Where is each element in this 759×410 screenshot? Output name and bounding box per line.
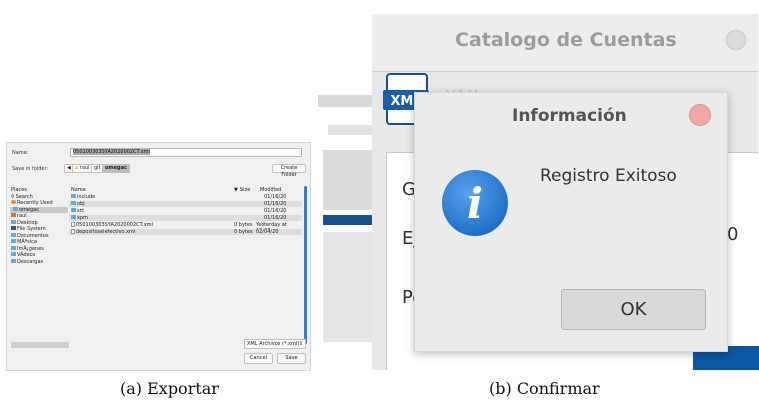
name-label: Name: xyxy=(12,150,29,156)
places-scrollbar[interactable] xyxy=(11,342,69,348)
places-sidebar: Places ⚲Search Recently Used omegac raul… xyxy=(9,185,69,349)
info-icon: i xyxy=(442,170,508,236)
places-header: Places xyxy=(11,187,27,193)
ok-button[interactable]: OK xyxy=(561,289,706,330)
place-descargas[interactable]: Descargas xyxy=(11,259,43,265)
caption-a: (a) Exportar xyxy=(120,379,219,398)
place-musica[interactable]: MÃºsica xyxy=(11,239,37,245)
file-name-value: 050100303SYA2020002CT.xml xyxy=(73,149,150,155)
column-header-modified[interactable]: Modified xyxy=(260,187,281,193)
place-raul[interactable]: raul xyxy=(11,213,27,219)
dialog-title: Información xyxy=(512,106,627,126)
folder-icon xyxy=(71,215,76,219)
caption-b: (b) Confirmar xyxy=(489,379,600,398)
place-file-system[interactable]: File System xyxy=(11,226,46,232)
info-icon-glyph: i xyxy=(467,179,483,228)
document-icon xyxy=(71,222,75,227)
breadcrumb-omegac[interactable]: omegac xyxy=(102,164,130,173)
file-row-include[interactable]: include 01/16/20 xyxy=(69,194,302,200)
file-name-input[interactable]: 050100303SYA2020002CT.xml xyxy=(70,148,302,157)
folder-icon xyxy=(11,259,16,263)
save-in-label: Save in folder: xyxy=(12,166,49,172)
file-row-src[interactable]: src 01/16/20 xyxy=(69,208,302,214)
place-recently-used[interactable]: Recently Used xyxy=(11,200,53,206)
sort-arrow-icon: ▼ xyxy=(234,187,238,193)
home-icon: ⌂ xyxy=(75,165,79,171)
background-scene xyxy=(318,95,378,342)
document-icon xyxy=(71,229,75,234)
breadcrumb-raul[interactable]: ⌂ raul xyxy=(72,164,93,173)
folder-icon xyxy=(11,239,16,243)
drive-icon xyxy=(11,226,16,230)
folder-icon xyxy=(11,220,16,224)
home-icon xyxy=(11,213,16,217)
dialog-message: Registro Exitoso xyxy=(540,166,677,186)
folder-icon xyxy=(71,194,76,198)
cancel-button[interactable]: Cancel xyxy=(244,353,273,364)
column-header-name[interactable]: Name xyxy=(71,187,86,193)
clock-icon xyxy=(11,200,16,204)
window-titlebar: Catalogo de Cuentas xyxy=(372,14,758,72)
file-row-obj[interactable]: obj 01/16/20 xyxy=(69,201,302,207)
dialog-close-button[interactable] xyxy=(689,104,711,126)
save-button[interactable]: Save xyxy=(277,353,306,364)
folder-icon xyxy=(71,208,76,212)
create-folder-button[interactable]: Create Folder xyxy=(272,164,306,178)
search-icon: ⚲ xyxy=(11,194,15,200)
column-header-size[interactable]: Size xyxy=(240,187,250,193)
folder-icon xyxy=(11,246,16,250)
window-close-button[interactable] xyxy=(726,30,746,50)
place-videos[interactable]: VÃ­deos xyxy=(11,252,35,258)
file-chooser-dialog: Name: 050100303SYA2020002CT.xml Save in … xyxy=(6,142,311,371)
file-row-xpm[interactable]: xpm 01/16/20 xyxy=(69,215,302,221)
folder-icon xyxy=(11,233,16,237)
file-list-scrollbar[interactable] xyxy=(304,186,307,344)
folder-icon xyxy=(71,201,76,205)
file-type-filter-select[interactable]: XML Archivos (*.xml) ⇕ xyxy=(244,339,306,349)
info-dialog: Información i Registro Exitoso OK xyxy=(414,92,728,352)
folder-icon xyxy=(13,207,18,211)
chevron-updown-icon: ⇕ xyxy=(298,341,303,347)
window-title: Catalogo de Cuentas xyxy=(455,29,677,51)
file-row-depositos[interactable]: depositoselefectivo.xml 0 bytes 02/04/20 xyxy=(69,229,302,235)
folder-icon xyxy=(11,252,16,256)
file-row-xml-export[interactable]: 050100303SYA2020002CT.xml 0 bytes Yester… xyxy=(69,222,302,234)
field-value: 0 xyxy=(727,224,739,245)
